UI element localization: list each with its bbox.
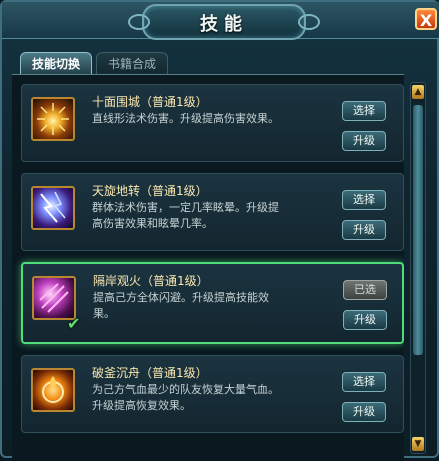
scroll-up-arrow-icon[interactable]: ▲ — [412, 85, 424, 99]
skill-name: 十面围城（普通1级） — [92, 95, 208, 109]
scrollbar[interactable]: ▲ ▼ — [410, 82, 426, 454]
upgrade-button[interactable]: 升级 — [342, 220, 386, 240]
skill-name: 天旋地转（普通1级） — [92, 184, 208, 198]
skill-description: 提高己方全体闪避。升级提高技能效果。 — [93, 291, 269, 320]
upgrade-button[interactable]: 升级 — [342, 402, 386, 422]
skill-card-selected: ✔ 隔岸观火（普通1级） 提高己方全体闪避。升级提高技能效果。 已选 升级 — [21, 262, 404, 344]
skill-description: 群体法术伤害，一定几率眩晕。升级提高伤害效果和眩晕几率。 — [92, 201, 279, 230]
upgrade-button[interactable]: 升级 — [343, 310, 387, 330]
upgrade-button[interactable]: 升级 — [342, 131, 386, 151]
skill-card: 破釜沉舟（普通1级） 为己方气血最少的队友恢复大量气血。升级提高恢复效果。 选择… — [21, 355, 404, 433]
lightning-icon — [31, 186, 75, 230]
scroll-down-arrow-icon[interactable]: ▼ — [412, 437, 424, 451]
skill-description: 为己方气血最少的队友恢复大量气血。升级提高恢复效果。 — [92, 383, 279, 412]
window-title: 技能 — [200, 14, 248, 35]
title-plate: 技能 — [128, 4, 320, 40]
select-button[interactable]: 选择 — [342, 101, 386, 121]
flame-swirl-icon — [31, 368, 75, 412]
title-bar: 技能 X — [2, 2, 439, 40]
select-button[interactable]: 选择 — [342, 190, 386, 210]
scroll-thumb[interactable] — [413, 105, 423, 355]
tab-skill-switch[interactable]: 技能切换 — [20, 52, 92, 74]
skill-list: 十面围城（普通1级） 直线形法术伤害。升级提高伤害效果。 选择 升级 天旋地转（… — [12, 74, 404, 461]
skill-card: 十面围城（普通1级） 直线形法术伤害。升级提高伤害效果。 选择 升级 — [21, 84, 404, 162]
skill-name: 破釜沉舟（普通1级） — [92, 366, 208, 380]
checkmark-icon: ✔ — [67, 314, 81, 333]
skill-description: 直线形法术伤害。升级提高伤害效果。 — [92, 112, 279, 125]
selected-button[interactable]: 已选 — [343, 280, 387, 300]
select-button[interactable]: 选择 — [342, 372, 386, 392]
close-button[interactable]: X — [415, 8, 437, 30]
close-icon: X — [419, 11, 433, 30]
skill-name: 隔岸观火（普通1级） — [93, 274, 209, 288]
skill-card: 天旋地转（普通1级） 群体法术伤害，一定几率眩晕。升级提高伤害效果和眩晕几率。 … — [21, 173, 404, 251]
skill-window: 技能 X 技能切换 书籍合成 十面围城（普通1级） 直线形法术伤害。升级提高伤害… — [0, 0, 439, 461]
sunburst-icon — [31, 97, 75, 141]
tab-book-synthesis[interactable]: 书籍合成 — [96, 52, 168, 74]
